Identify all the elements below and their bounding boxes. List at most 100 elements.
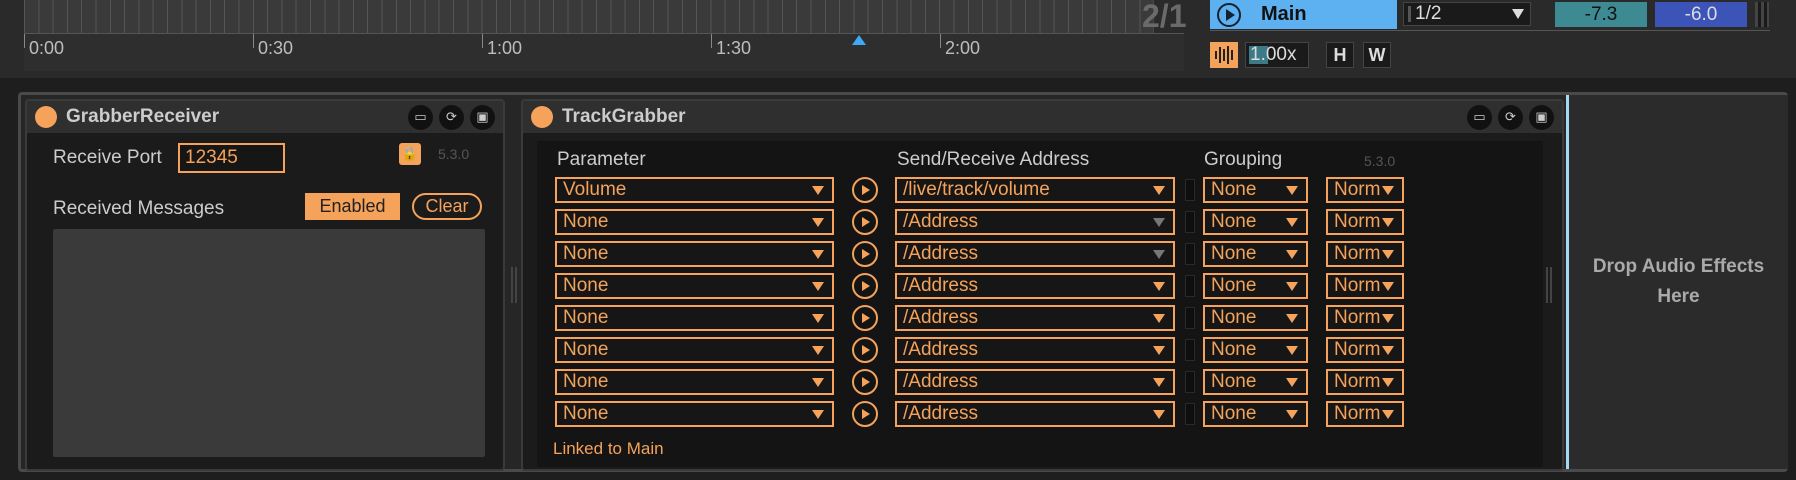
row-checkbox[interactable] bbox=[1185, 243, 1195, 265]
grouping-select[interactable]: None bbox=[1203, 177, 1308, 203]
grouping-select[interactable]: None bbox=[1203, 273, 1308, 299]
row-checkbox[interactable] bbox=[1185, 403, 1195, 425]
parameter-select[interactable]: None bbox=[555, 369, 834, 395]
mode-select[interactable]: Norm bbox=[1326, 305, 1404, 331]
device-header: TrackGrabber ▭ ⟳ ▣ bbox=[523, 101, 1562, 133]
play-icon[interactable] bbox=[852, 401, 878, 427]
playhead-marker-icon[interactable] bbox=[852, 35, 866, 45]
track-grabber-device: TrackGrabber ▭ ⟳ ▣ Parameter Send/Receiv… bbox=[521, 99, 1564, 471]
play-icon[interactable] bbox=[852, 337, 878, 363]
grouping-select[interactable]: None bbox=[1203, 369, 1308, 395]
play-icon[interactable] bbox=[852, 305, 878, 331]
received-messages-label: Received Messages bbox=[53, 198, 225, 219]
mode-select[interactable]: Norm bbox=[1326, 241, 1404, 267]
lock-icon[interactable]: 🔒 bbox=[399, 143, 421, 165]
main-track-button[interactable]: Main bbox=[1210, 0, 1397, 29]
enabled-toggle[interactable]: Enabled bbox=[305, 193, 400, 220]
parameter-select[interactable]: Volume bbox=[555, 177, 834, 203]
messages-list[interactable] bbox=[53, 229, 485, 457]
row-checkbox[interactable] bbox=[1185, 211, 1195, 233]
chevron-down-icon bbox=[1153, 377, 1165, 387]
address-header: Send/Receive Address bbox=[897, 149, 1090, 170]
play-icon[interactable] bbox=[852, 273, 878, 299]
play-icon[interactable] bbox=[852, 241, 878, 267]
parameter-select[interactable]: None bbox=[555, 241, 834, 267]
audio-effects-dropzone[interactable]: Drop Audio Effects Here bbox=[1566, 95, 1788, 469]
parameter-select[interactable]: None bbox=[555, 337, 834, 363]
chevron-down-icon bbox=[1153, 345, 1165, 355]
refresh-icon[interactable]: ⟳ bbox=[1498, 104, 1523, 130]
play-icon[interactable] bbox=[852, 209, 878, 235]
waveform-button[interactable] bbox=[1210, 42, 1238, 68]
ruler-label-2: 1:00 bbox=[487, 38, 523, 58]
chevron-down-icon bbox=[1382, 377, 1394, 387]
address-select[interactable]: /Address bbox=[895, 305, 1175, 331]
refresh-icon[interactable]: ⟳ bbox=[439, 104, 464, 130]
parameter-select[interactable]: None bbox=[555, 305, 834, 331]
chevron-down-icon bbox=[1286, 345, 1298, 355]
arrangement-area: 0:00 0:30 1:00 1:30 2:00 2/1 Main 1/2 -7… bbox=[0, 0, 1796, 78]
play-icon[interactable] bbox=[852, 177, 878, 203]
grabber-receiver-device: GrabberReceiver ▭ ⟳ ▣ Receive Port 12345… bbox=[25, 99, 505, 471]
row-checkbox[interactable] bbox=[1185, 275, 1195, 297]
row-checkbox[interactable] bbox=[1185, 339, 1195, 361]
mode-select[interactable]: Norm bbox=[1326, 401, 1404, 427]
clear-button[interactable]: Clear bbox=[412, 193, 482, 220]
address-select[interactable]: /live/track/volume bbox=[895, 177, 1175, 203]
device-grip[interactable] bbox=[1546, 267, 1552, 303]
play-icon[interactable] bbox=[852, 369, 878, 395]
grouping-select[interactable]: None bbox=[1203, 337, 1308, 363]
address-select[interactable]: /Address bbox=[895, 273, 1175, 299]
time-ruler[interactable]: 0:00 0:30 1:00 1:30 2:00 bbox=[24, 33, 1184, 71]
address-select[interactable]: /Address bbox=[895, 369, 1175, 395]
mode-select[interactable]: Norm bbox=[1326, 337, 1404, 363]
save-icon[interactable]: ▣ bbox=[470, 104, 495, 130]
mode-select[interactable]: Norm bbox=[1326, 273, 1404, 299]
chevron-down-icon bbox=[1382, 409, 1394, 419]
main-track-label: Main bbox=[1261, 3, 1307, 25]
zoom-field[interactable]: 1.00x bbox=[1245, 42, 1309, 68]
grouping-select[interactable]: None bbox=[1203, 401, 1308, 427]
ruler-tick bbox=[24, 34, 25, 48]
row-checkbox[interactable] bbox=[1185, 371, 1195, 393]
row-checkbox[interactable] bbox=[1185, 307, 1195, 329]
device-grip[interactable] bbox=[511, 267, 517, 303]
mode-select[interactable]: Norm bbox=[1326, 369, 1404, 395]
w-button[interactable]: W bbox=[1363, 42, 1391, 68]
mode-select[interactable]: Norm bbox=[1326, 209, 1404, 235]
parameter-select[interactable]: None bbox=[555, 273, 834, 299]
chevron-down-icon bbox=[1382, 217, 1394, 227]
ruler-tick bbox=[711, 34, 712, 48]
mode-select[interactable]: Norm bbox=[1326, 177, 1404, 203]
address-select[interactable]: /Address bbox=[895, 337, 1175, 363]
address-select[interactable]: /Address bbox=[895, 241, 1175, 267]
h-button[interactable]: H bbox=[1326, 42, 1354, 68]
grouping-select[interactable]: None bbox=[1203, 241, 1308, 267]
chevron-down-icon bbox=[1286, 185, 1298, 195]
address-select[interactable]: /Address bbox=[895, 401, 1175, 427]
parameter-select[interactable]: None bbox=[555, 401, 834, 427]
grip-icon bbox=[1408, 6, 1411, 22]
map-icon[interactable]: ▭ bbox=[1467, 104, 1492, 130]
chevron-down-icon bbox=[1512, 9, 1524, 19]
map-icon[interactable]: ▭ bbox=[408, 104, 433, 130]
parameter-select[interactable]: None bbox=[555, 209, 834, 235]
quantization-select[interactable]: 1/2 bbox=[1403, 2, 1531, 26]
volume-right-field[interactable]: -6.0 bbox=[1655, 2, 1747, 27]
volume-left-field[interactable]: -7.3 bbox=[1555, 2, 1647, 27]
save-icon[interactable]: ▣ bbox=[1529, 104, 1554, 130]
quantization-value: 1/2 bbox=[1415, 3, 1442, 24]
grouping-select[interactable]: None bbox=[1203, 209, 1308, 235]
device-power-button[interactable] bbox=[531, 106, 553, 128]
chevron-down-icon bbox=[812, 377, 824, 387]
grouping-header: Grouping bbox=[1204, 149, 1283, 170]
dropzone-line2: Here bbox=[1657, 286, 1700, 307]
grouping-select[interactable]: None bbox=[1203, 305, 1308, 331]
clip-grid[interactable] bbox=[24, 0, 1154, 33]
linked-status: Linked to Main bbox=[553, 439, 664, 458]
device-power-button[interactable] bbox=[35, 106, 57, 128]
receive-port-input[interactable]: 12345 bbox=[178, 143, 285, 173]
address-select[interactable]: /Address bbox=[895, 209, 1175, 235]
chevron-down-icon bbox=[1153, 249, 1165, 259]
row-checkbox[interactable] bbox=[1185, 179, 1195, 201]
